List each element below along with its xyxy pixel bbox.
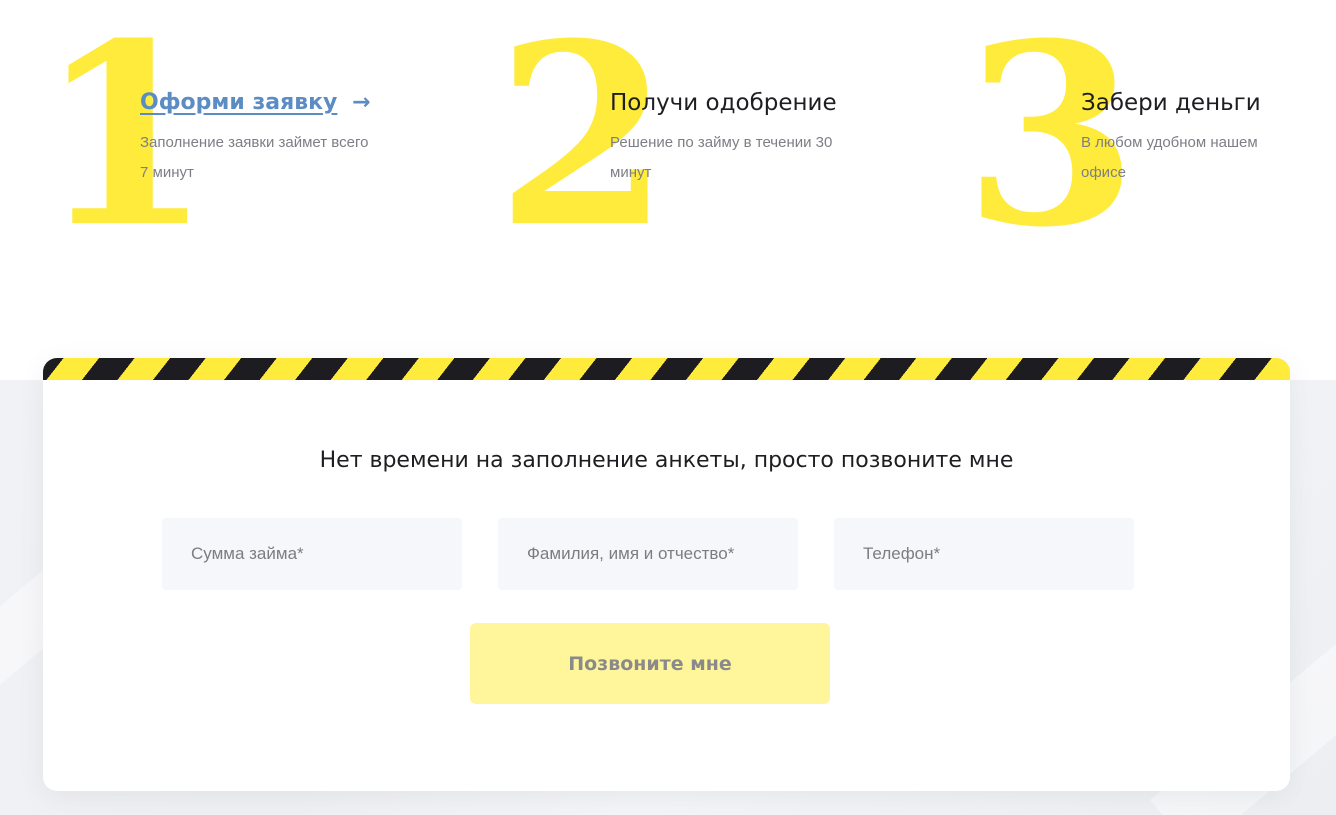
phone-field[interactable] <box>834 518 1134 590</box>
step-description: Решение по займу в течении 30 минут <box>610 134 833 181</box>
arrow-right-icon[interactable]: → <box>352 90 370 115</box>
form-title: Нет времени на заполнение анкеты, просто… <box>319 448 1014 473</box>
apply-link[interactable]: Оформи заявку <box>140 90 337 115</box>
step-description: В любом удобном нашем офисе <box>1081 134 1258 181</box>
full-name-input[interactable] <box>525 543 798 565</box>
step-1: 1 Оформи заявку → Заполнение заявки займ… <box>0 0 460 260</box>
hazard-stripe <box>43 358 1290 380</box>
step-title: Получи одобрение <box>610 90 837 116</box>
full-name-field[interactable] <box>498 518 798 590</box>
step-description: Заполнение заявки займет всего 7 минут <box>140 134 369 181</box>
step-2: 2 Получи одобрение Решение по займу в те… <box>460 0 930 260</box>
loan-amount-field[interactable] <box>162 518 462 590</box>
callback-form-card: Нет времени на заполнение анкеты, просто… <box>43 358 1290 791</box>
loan-amount-input[interactable] <box>189 543 462 565</box>
step-title: Забери деньги <box>1081 90 1261 116</box>
step-3: 3 Забери деньги В любом удобном нашем оф… <box>930 0 1336 260</box>
call-me-button[interactable]: Позвоните мне <box>470 623 830 704</box>
page: 1 Оформи заявку → Заполнение заявки займ… <box>0 0 1336 815</box>
phone-input[interactable] <box>861 543 1134 565</box>
